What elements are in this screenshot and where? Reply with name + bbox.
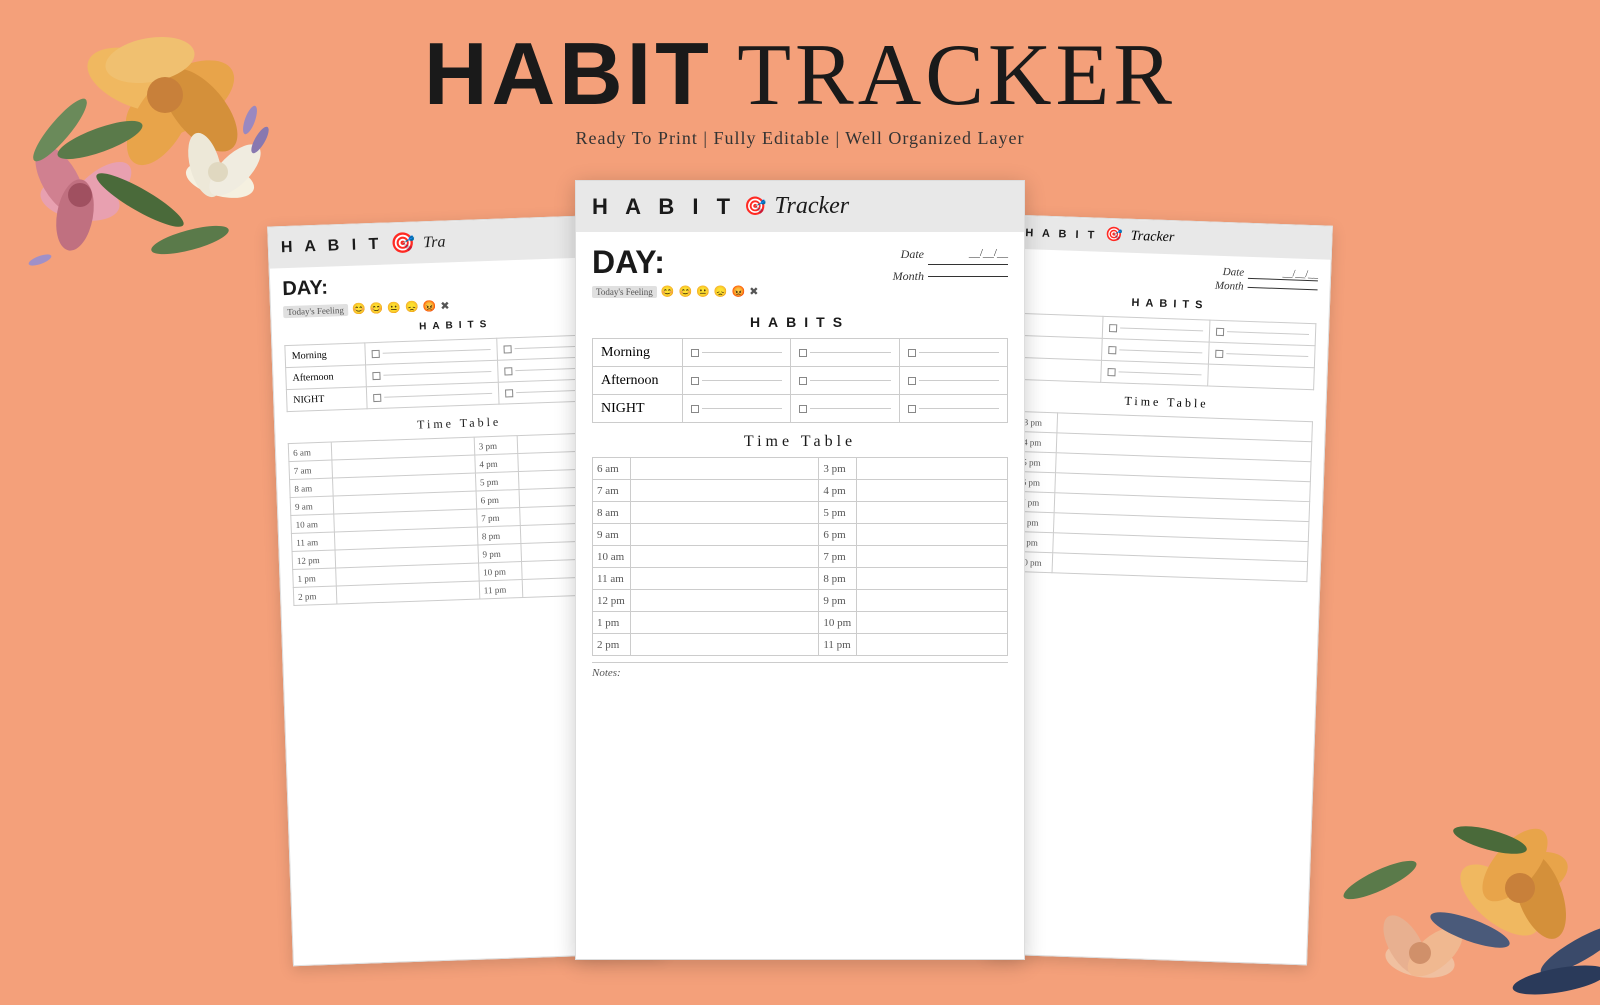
center-paper-tracker-text: Tracker bbox=[774, 193, 849, 220]
right-month-value bbox=[1248, 286, 1318, 289]
left-habit-afternoon: Afternoon bbox=[286, 365, 367, 390]
main-title: HABIT TRACKER bbox=[0, 30, 1600, 120]
right-habits-title: HABITS bbox=[1023, 293, 1317, 315]
right-paper-content: Date __/__/__ Month HABITS bbox=[1001, 249, 1330, 593]
table-row: 6 am3 pm bbox=[593, 458, 1008, 480]
center-habits-table: Morning Afternoon NIGHT bbox=[592, 338, 1008, 423]
center-feelings-row: Today's Feeling 😊 😊 😐 😞 😡 ✖ bbox=[592, 285, 758, 298]
left-heart-icon: 🎯 bbox=[390, 231, 416, 257]
right-timetable: 3 pm 4 pm 5 pm 6 pm 7 pm 8 pm 9 pm 10 pm bbox=[1014, 411, 1313, 582]
right-month-label: Month bbox=[1215, 280, 1244, 293]
date-value: __/__/__ bbox=[928, 244, 1008, 265]
center-paper-header: H A B I T 🎯 Tracker bbox=[576, 181, 1024, 232]
right-heart-icon: 🎯 bbox=[1105, 227, 1123, 245]
table-row: 7 am4 pm bbox=[593, 480, 1008, 502]
center-paper-content: DAY: Today's Feeling 😊 😊 😐 😞 😡 ✖ Date bbox=[576, 232, 1024, 691]
table-row: 8 am5 pm bbox=[593, 502, 1008, 524]
center-heart-icon: 🎯 bbox=[744, 196, 766, 217]
center-date-info: Date __/__/__ Month bbox=[893, 244, 1008, 287]
date-label: Date bbox=[901, 244, 924, 266]
left-habit-night: NIGHT bbox=[286, 387, 367, 412]
table-row: 11 am8 pm bbox=[593, 568, 1008, 590]
table-row: NIGHT bbox=[593, 395, 1008, 423]
center-paper-title-letters: H A B I T bbox=[592, 194, 736, 220]
right-paper-tracker-text: Tracker bbox=[1131, 228, 1175, 246]
title-habit: HABIT bbox=[424, 24, 713, 123]
center-paper: H A B I T 🎯 Tracker DAY: Today's Feeling… bbox=[575, 180, 1025, 960]
main-subtitle: Ready To Print | Fully Editable | Well O… bbox=[0, 128, 1600, 149]
center-feelings-label: Today's Feeling bbox=[592, 286, 657, 298]
month-value bbox=[928, 276, 1008, 277]
right-date-value: __/__/__ bbox=[1248, 267, 1318, 281]
table-row: Afternoon bbox=[593, 367, 1008, 395]
right-date-label: Date bbox=[1223, 266, 1245, 279]
center-notes-label: Notes: bbox=[592, 662, 1008, 679]
table-row: Morning bbox=[593, 339, 1008, 367]
right-paper: H A B I T 🎯 Tracker Date __/__/__ Month … bbox=[987, 215, 1333, 966]
table-row: 2 pm11 pm bbox=[593, 634, 1008, 656]
right-habits-table bbox=[1020, 313, 1316, 390]
left-paper-title-letters: H A B I T bbox=[281, 235, 383, 257]
center-timetable-title: Time Table bbox=[592, 433, 1008, 451]
center-date-row: DAY: Today's Feeling 😊 😊 😐 😞 😡 ✖ Date bbox=[592, 244, 1008, 306]
papers-container: H A B I T 🎯 Tra DAY: Today's Feeling 😊 😊… bbox=[250, 180, 1350, 980]
center-habit-afternoon: Afternoon bbox=[593, 367, 683, 395]
table-row: 10 am7 pm bbox=[593, 546, 1008, 568]
right-date-info: Date __/__/__ Month bbox=[1024, 259, 1319, 295]
left-feelings-label: Today's Feeling bbox=[283, 303, 348, 317]
title-tracker: TRACKER bbox=[713, 27, 1176, 124]
main-header: HABIT TRACKER Ready To Print | Fully Edi… bbox=[0, 0, 1600, 149]
month-label: Month bbox=[893, 266, 924, 288]
right-timetable-title: Time Table bbox=[1019, 390, 1313, 415]
center-habit-morning: Morning bbox=[593, 339, 683, 367]
table-row: 1 pm10 pm bbox=[593, 612, 1008, 634]
center-day-label: DAY: bbox=[592, 244, 758, 281]
table-row: 9 am6 pm bbox=[593, 524, 1008, 546]
left-paper-tracker-text: Tra bbox=[423, 233, 446, 252]
table-row: 12 pm9 pm bbox=[593, 590, 1008, 612]
center-habits-title: HABITS bbox=[592, 314, 1008, 330]
center-timetable: 6 am3 pm 7 am4 pm 8 am5 pm 9 am6 pm 10 a… bbox=[592, 457, 1008, 656]
left-habit-morning: Morning bbox=[285, 343, 366, 368]
center-habit-night: NIGHT bbox=[593, 395, 683, 423]
